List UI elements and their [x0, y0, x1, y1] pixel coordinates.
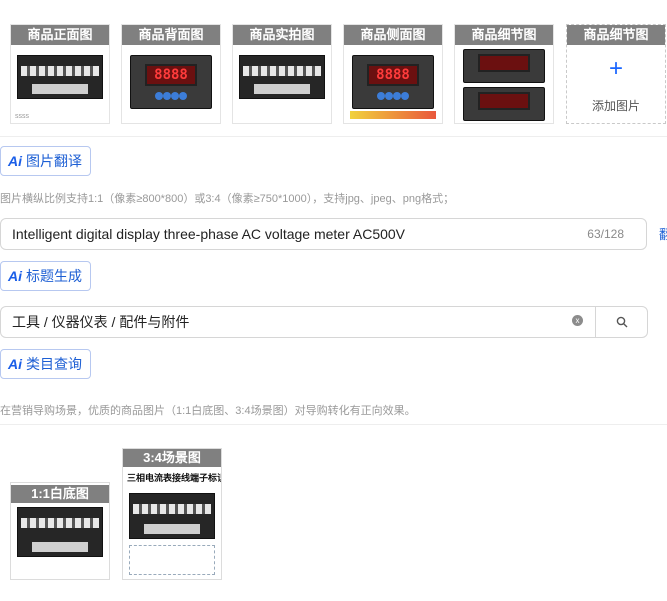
button-label: 图片翻译	[26, 153, 82, 169]
button-label: 标题生成	[26, 268, 82, 284]
search-icon	[616, 316, 628, 328]
image-slot-label: 1:1白底图	[11, 485, 109, 503]
category-query-button[interactable]: Ai 类目查询	[0, 349, 91, 379]
search-button[interactable]	[595, 307, 647, 337]
product-image-side[interactable]: 8888 商品侧面图	[343, 24, 443, 124]
meter-photo	[17, 507, 103, 557]
product-image-strip: ssss 商品正面图 8888 商品背面图 商品实拍图 8888 商品侧面图 商…	[10, 24, 667, 124]
meter-photo	[463, 87, 545, 121]
image-slot-label: 商品正面图	[11, 25, 109, 45]
category-input-value: 工具 / 仪器仪表 / 配件与附件	[12, 314, 190, 330]
meter-photo	[463, 49, 545, 83]
button-label: 类目查询	[26, 356, 82, 372]
scene-image-caption: 三相电流表接线端子标识图	[127, 474, 221, 484]
image-slot-label: 商品细节图	[455, 25, 553, 45]
ai-icon: Ai	[8, 268, 22, 284]
title-input[interactable]: Intelligent digital display three-phase …	[0, 218, 647, 250]
white-background-image[interactable]: 1:1白底图	[10, 482, 110, 580]
add-image-slot[interactable]: 商品细节图 + 添加图片	[566, 24, 666, 124]
scene-image-hint: 在营销导购场景，优质的商品图片（1:1白底图、3:4场景图）对导购转化有正向效果…	[0, 405, 416, 417]
add-image-text: 添加图片	[591, 99, 640, 113]
meter-photo	[239, 55, 325, 99]
meter-photo: 8888	[352, 55, 434, 109]
image-slot-label: 3:4场景图	[123, 449, 221, 467]
image-requirements-hint: 图片横纵比例支持1:1（像素≥800*800）或3:4（像素≥750*1000）…	[0, 193, 455, 205]
meter-photo	[129, 493, 215, 539]
title-generate-button[interactable]: Ai 标题生成	[0, 261, 91, 291]
category-input[interactable]: 工具 / 仪器仪表 / 配件与附件	[0, 306, 648, 338]
meter-photo: 8888	[130, 55, 212, 109]
plus-icon: +	[608, 55, 623, 82]
character-counter: 63/128	[587, 227, 624, 241]
meter-photo	[17, 55, 103, 99]
image-slot-label: 商品实拍图	[233, 25, 331, 45]
side-link[interactable]: 翻	[659, 224, 667, 243]
image-slot-label: 商品背面图	[122, 25, 220, 45]
image-translate-button[interactable]: Ai 图片翻译	[0, 146, 91, 176]
product-image-real[interactable]: 商品实拍图	[232, 24, 332, 124]
scene-image[interactable]: 3:4场景图 三相电流表接线端子标识图	[122, 448, 222, 580]
ai-icon: Ai	[8, 356, 22, 372]
product-image-front[interactable]: ssss 商品正面图	[10, 24, 110, 124]
title-input-value: Intelligent digital display three-phase …	[12, 226, 406, 242]
ai-icon: Ai	[8, 153, 22, 169]
product-image-back[interactable]: 8888 商品背面图	[121, 24, 221, 124]
product-image-detail[interactable]: 商品细节图	[454, 24, 554, 124]
image-slot-label: 商品侧面图	[344, 25, 442, 45]
divider	[0, 424, 667, 425]
divider	[0, 136, 667, 137]
clear-icon[interactable]: x	[572, 315, 583, 326]
wiring-diagram	[129, 545, 215, 575]
image-slot-label: 商品细节图	[567, 25, 665, 45]
